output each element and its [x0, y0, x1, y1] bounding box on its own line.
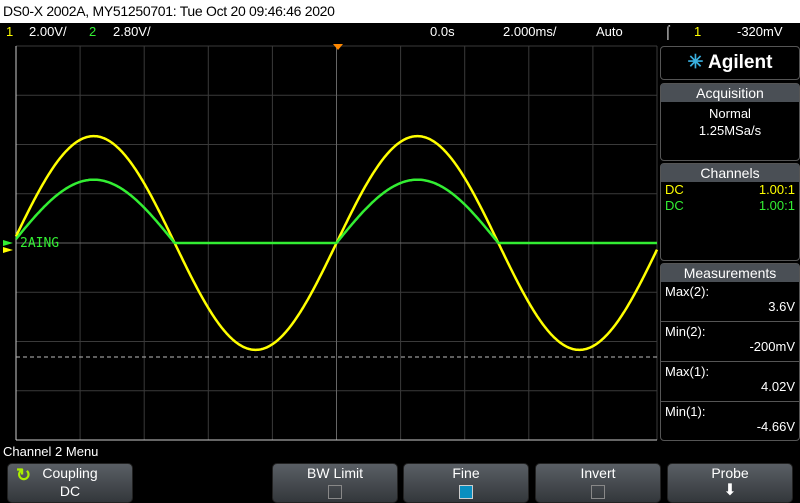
menu-title: Channel 2 Menu — [3, 444, 99, 459]
timebase[interactable]: 2.000ms/ — [503, 23, 556, 40]
ch2-ground-marker[interactable] — [3, 240, 13, 246]
measurements-panel[interactable]: Measurements Max(2): 3.6V Min(2): -200mV M… — [660, 263, 800, 441]
channels-panel[interactable]: Channels DC 1.00:1 DC 1.00:1 — [660, 163, 800, 261]
bw-limit-softkey[interactable]: BW Limit — [272, 463, 398, 503]
channel-row-1: DC 1.00:1 — [665, 182, 795, 197]
window-title: DS0-X 2002A, MY51250701: Tue Oct 20 09:4… — [0, 0, 800, 23]
channels-header: Channels — [661, 164, 799, 182]
ch2-indicator[interactable]: 2 — [89, 23, 96, 40]
ch2-label: 2AING — [20, 236, 59, 251]
rising-edge-icon: ⌠ — [664, 24, 672, 39]
trigger-source[interactable]: 1 — [694, 23, 701, 40]
probe-softkey[interactable]: Probe ⬇ — [667, 463, 793, 503]
invert-checkbox[interactable] — [591, 485, 605, 499]
ch1-ground-marker[interactable] — [3, 247, 13, 253]
measurement-item: Min(1): -4.66V — [665, 404, 795, 434]
sample-rate: 1.25MSa/s — [698, 123, 762, 138]
status-bar: 1 2.00V/ 2 2.80V/ 0.0s 2.000ms/ Auto ⌠ 1… — [0, 23, 800, 40]
fine-softkey[interactable]: Fine — [403, 463, 529, 503]
invert-softkey[interactable]: Invert — [535, 463, 661, 503]
ch2-scale[interactable]: 2.80V/ — [113, 23, 151, 40]
trigger-level[interactable]: -320mV — [737, 23, 783, 40]
trigger-position-marker[interactable] — [333, 44, 343, 50]
measurement-item: Min(2): -200mV — [661, 322, 799, 362]
measurement-item: Max(2): 3.6V — [661, 282, 799, 322]
ch1-indicator[interactable]: 1 — [6, 23, 13, 40]
bw-limit-checkbox[interactable] — [328, 485, 342, 499]
waveform-display[interactable]: 2AING — [0, 40, 660, 442]
brand-logo: ✳ Agilent — [660, 46, 800, 80]
measurements-header: Measurements — [661, 264, 799, 282]
channel-row-2: DC 1.00:1 — [665, 198, 795, 213]
rotate-knob-icon: ↻ — [16, 465, 32, 485]
horizontal-delay[interactable]: 0.0s — [430, 23, 455, 40]
fine-checkbox[interactable] — [459, 485, 473, 499]
ch1-scale[interactable]: 2.00V/ — [29, 23, 67, 40]
measurement-item: Max(1): 4.02V — [661, 362, 799, 402]
acquisition-header: Acquisition — [661, 84, 799, 102]
arrow-down-icon: ⬇ — [723, 482, 737, 499]
acquisition-panel[interactable]: Acquisition Normal 1.25MSa/s — [660, 83, 800, 161]
coupling-softkey[interactable]: ↻ Coupling DC — [7, 463, 133, 503]
acquisition-mode: Normal — [709, 106, 751, 121]
trigger-mode[interactable]: Auto — [596, 23, 623, 40]
